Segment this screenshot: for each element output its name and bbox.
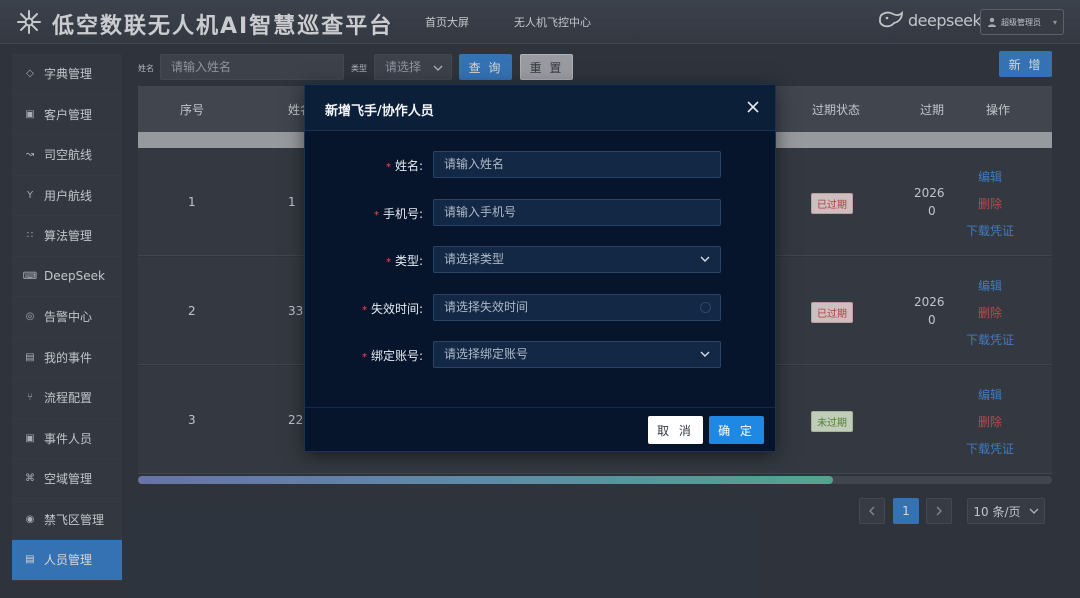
dialog-title: 新增飞手/协作人员 — [325, 104, 434, 119]
clock-icon — [700, 301, 711, 313]
required-mark: * — [361, 304, 367, 316]
field-label: * 绑定账号: — [362, 347, 423, 364]
field-placeholder: 请输入手机号 — [444, 204, 517, 219]
required-mark: * — [385, 257, 391, 268]
text-input-field[interactable]: 请输入姓名 — [433, 151, 721, 178]
field-label: * 姓名: — [386, 157, 423, 174]
required-mark: * — [385, 162, 391, 173]
select-field[interactable]: 请选择绑定账号 — [433, 341, 721, 368]
field-label-text: 失效时间: — [370, 301, 423, 316]
dialog-header: 新增飞手/协作人员 — [305, 85, 775, 131]
text-input-field[interactable]: 请输入手机号 — [433, 198, 721, 226]
field-placeholder: 请选择类型 — [444, 252, 505, 266]
field-placeholder: 请输入姓名 — [444, 157, 505, 171]
field-label-text: 姓名: — [394, 159, 423, 173]
required-mark: * — [373, 209, 379, 221]
confirm-button[interactable]: 确 定 — [709, 416, 764, 444]
chevron-down-icon — [700, 256, 710, 262]
close-icon[interactable] — [746, 100, 760, 114]
select-field[interactable]: 请选择类型 — [433, 246, 721, 273]
field-label-text: 手机号: — [382, 206, 423, 221]
field-placeholder: 请选择绑定账号 — [444, 347, 529, 361]
field-label: * 手机号: — [374, 205, 423, 222]
cancel-button[interactable]: 取 消 — [648, 416, 703, 444]
field-label: * 失效时间: — [362, 300, 423, 317]
required-mark: * — [361, 352, 367, 363]
add-personnel-dialog: 新增飞手/协作人员 * 姓名: 请输入姓名 * 手机号: 请输入手机号 * 类型: 请选择类型 *… — [304, 84, 776, 452]
field-placeholder: 请选择失效时间 — [444, 299, 529, 314]
chevron-down-icon — [700, 351, 710, 357]
field-label: * 类型: — [386, 252, 423, 269]
field-label-text: 绑定账号: — [370, 349, 423, 363]
dialog-footer-divider — [305, 407, 775, 408]
field-label-text: 类型: — [394, 254, 423, 268]
date-picker-field[interactable]: 请选择失效时间 — [433, 293, 721, 321]
